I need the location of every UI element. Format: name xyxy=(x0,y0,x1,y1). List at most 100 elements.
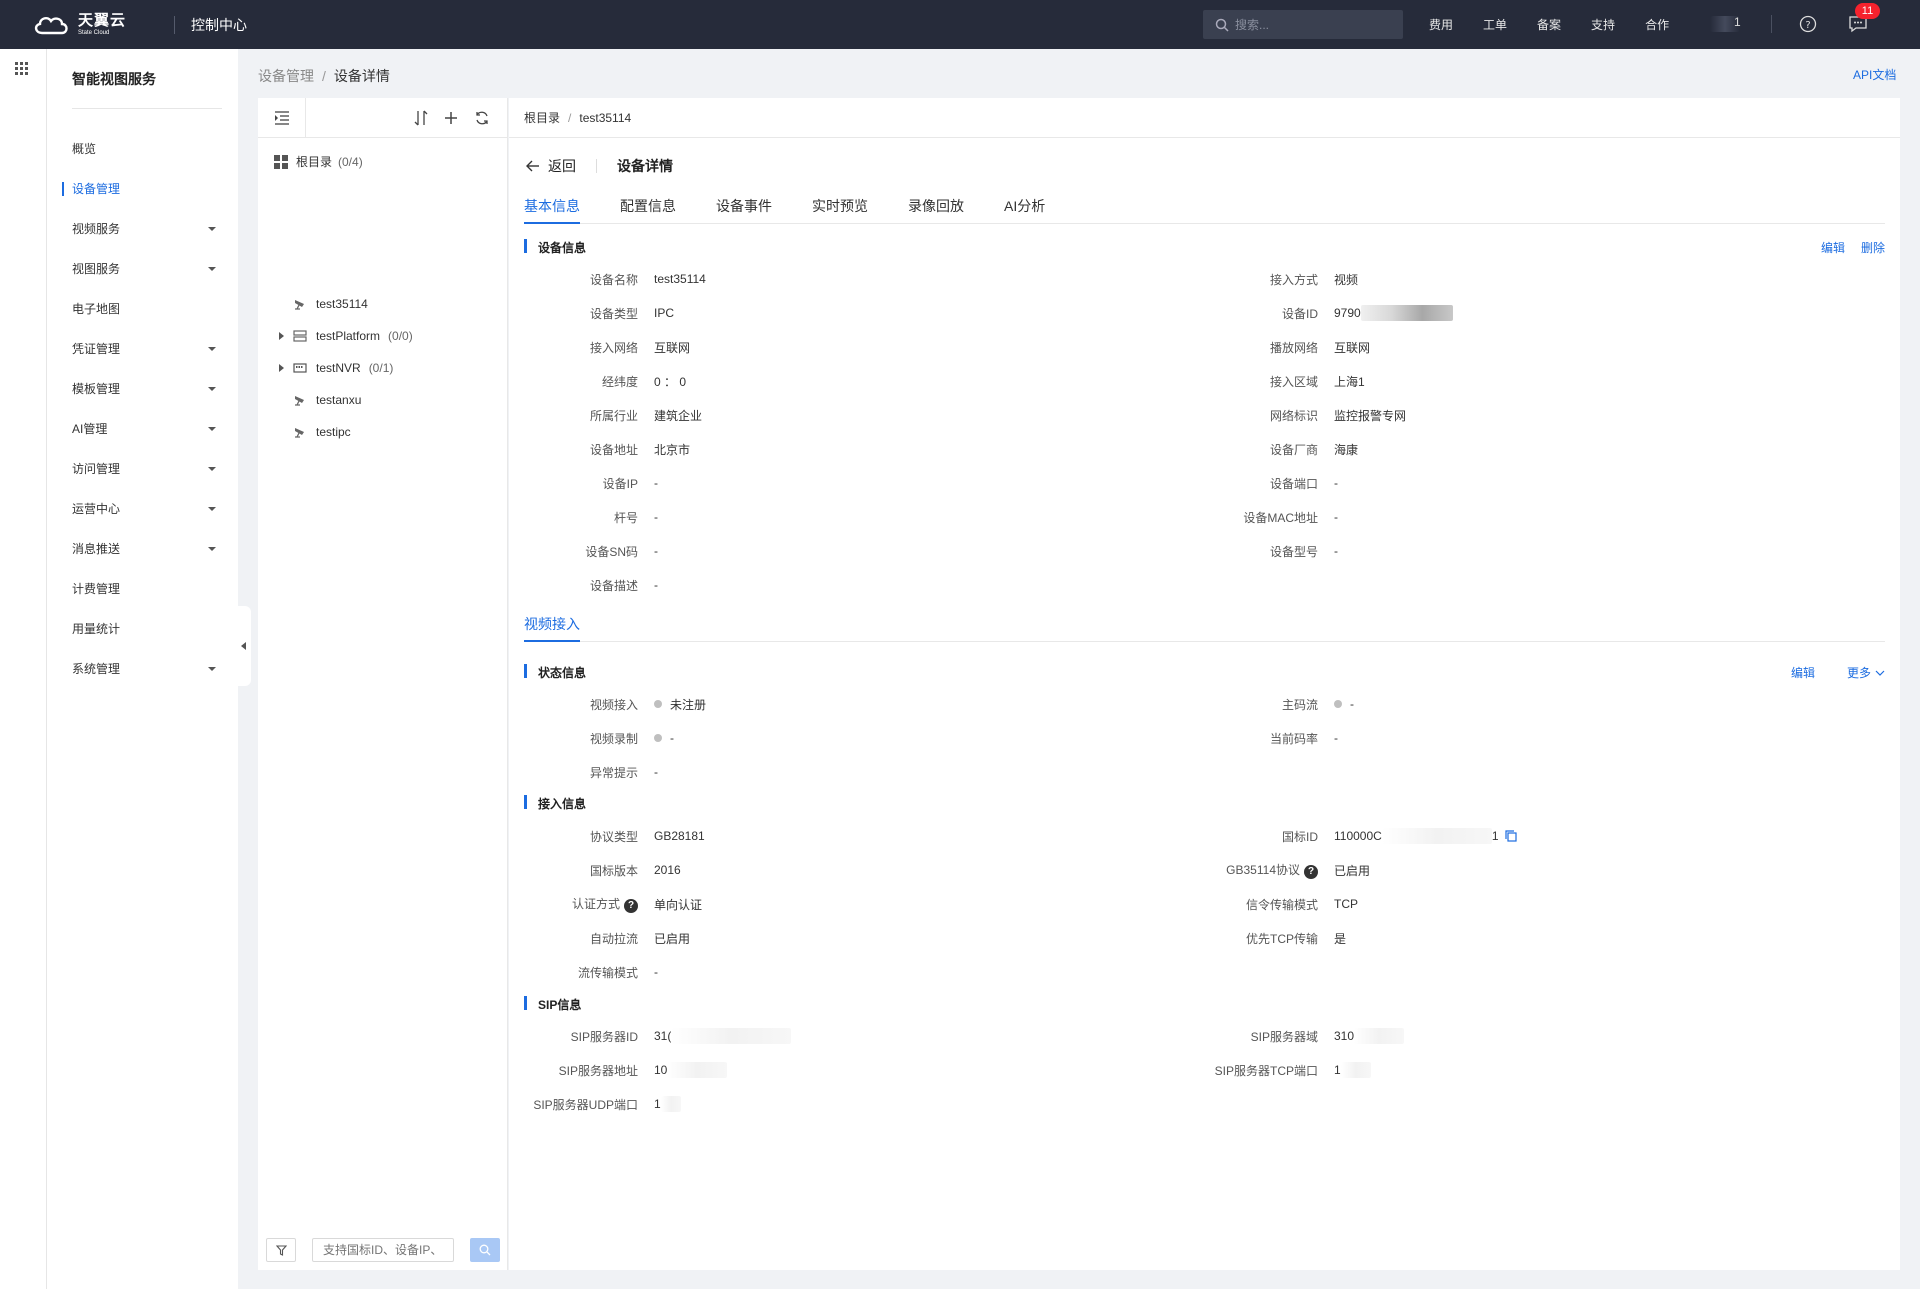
tree-root[interactable]: 根目录 (0/4) xyxy=(274,153,363,170)
sidebar-item[interactable]: 访问管理 xyxy=(47,449,238,489)
field-value-text: 互联网 xyxy=(654,340,691,355)
tab-3[interactable]: 实时预览 xyxy=(812,196,868,224)
add-icon[interactable] xyxy=(444,111,458,125)
tab-5[interactable]: AI分析 xyxy=(1004,196,1045,224)
sidebar-title: 智能视图服务 xyxy=(72,71,156,87)
field-label: 设备IP xyxy=(509,475,654,492)
field-label: 设备地址 xyxy=(509,441,654,458)
product-rail xyxy=(0,49,47,1289)
sidebar-item[interactable]: 用量统计 xyxy=(47,609,238,649)
more-button[interactable]: 更多 xyxy=(1831,664,1885,681)
sidebar-item[interactable]: 凭证管理 xyxy=(47,329,238,369)
sidebar-collapse-handle[interactable] xyxy=(238,606,251,686)
sidebar-item[interactable]: 运营中心 xyxy=(47,489,238,529)
sidebar-item[interactable]: 计费管理 xyxy=(47,569,238,609)
field-row: SIP服务器TCP端口 1 xyxy=(1189,1061,1371,1079)
expand-arrow-icon[interactable] xyxy=(279,364,284,372)
delete-device-button[interactable]: 删除 xyxy=(1861,239,1885,256)
tree-node[interactable]: test35114 xyxy=(258,294,508,314)
breadcrumb-parent[interactable]: 设备管理 xyxy=(258,68,314,84)
back-arrow-icon[interactable] xyxy=(526,160,540,172)
sidebar-item[interactable]: 视频服务 xyxy=(47,209,238,249)
field-label: 经纬度 xyxy=(509,373,654,390)
field-row: 设备名称 test35114 xyxy=(509,270,706,288)
sidebar-item[interactable]: 系统管理 xyxy=(47,649,238,689)
caret-down-icon xyxy=(208,267,216,271)
sort-icon[interactable] xyxy=(414,110,428,126)
field-row: 设备MAC地址 - xyxy=(1189,508,1338,526)
caret-down-icon xyxy=(208,467,216,471)
tree-node[interactable]: testanxu xyxy=(258,390,508,410)
sidebar-item-label: 视图服务 xyxy=(72,262,121,276)
apps-grid-icon[interactable] xyxy=(15,62,29,76)
tab-1[interactable]: 配置信息 xyxy=(620,196,676,224)
field-label: 接入网络 xyxy=(509,339,654,356)
field-row: SIP服务器地址 10 xyxy=(509,1061,728,1079)
field-value-text: GB28181 xyxy=(654,829,705,843)
camera-icon xyxy=(295,300,304,310)
nav-filing[interactable]: 备案 xyxy=(1537,16,1561,33)
tree-node[interactable]: testPlatform (0/0) xyxy=(258,326,508,346)
nav-partner[interactable]: 合作 xyxy=(1645,16,1669,33)
field-value: - xyxy=(654,510,658,524)
nav-billing[interactable]: 费用 xyxy=(1429,16,1453,33)
field-label: 设备ID xyxy=(1189,305,1334,322)
console-title[interactable]: 控制中心 xyxy=(191,15,247,35)
field-label-text: SIP服务器TCP端口 xyxy=(1214,1063,1318,1078)
sidebar-item[interactable]: 设备管理 xyxy=(47,169,238,209)
sidebar-item-label: 概览 xyxy=(72,142,97,156)
sidebar-item[interactable]: 模板管理 xyxy=(47,369,238,409)
field-row: 接入网络 互联网 xyxy=(509,338,690,356)
chevron-down-icon xyxy=(1875,670,1885,676)
field-value-tail: 1 xyxy=(1491,829,1499,843)
tree-node[interactable]: testipc xyxy=(258,422,508,442)
access-subtabs: 视频接入 xyxy=(524,614,1885,642)
edit-device-button[interactable]: 编辑 xyxy=(1821,239,1845,256)
api-doc-link[interactable]: API文档 xyxy=(1853,66,1896,83)
tab-4[interactable]: 录像回放 xyxy=(908,196,964,224)
nav-support[interactable]: 支持 xyxy=(1591,16,1615,33)
brand-logo[interactable]: 天翼云 State Cloud xyxy=(32,13,142,37)
header-divider xyxy=(596,159,597,173)
help-icon[interactable]: ? xyxy=(624,899,638,913)
svg-text:?: ? xyxy=(1805,20,1810,31)
tree-node[interactable]: testNVR (0/1) xyxy=(258,358,508,378)
field-row: 接入方式 视频 xyxy=(1189,270,1358,288)
sidebar-item[interactable]: AI管理 xyxy=(47,409,238,449)
subtab-video-access[interactable]: 视频接入 xyxy=(524,614,580,642)
sidebar-item[interactable]: 电子地图 xyxy=(47,289,238,329)
tree-search-input[interactable] xyxy=(312,1238,454,1262)
expand-arrow-icon[interactable] xyxy=(279,332,284,340)
field-value-text: 北京市 xyxy=(654,442,691,457)
field-value-text: IPC xyxy=(654,306,675,320)
sidebar-item[interactable]: 消息推送 xyxy=(47,529,238,569)
tree-filter-button[interactable] xyxy=(266,1238,296,1262)
detail-crumb-root[interactable]: 根目录 xyxy=(524,111,560,125)
cloud-logo-icon xyxy=(34,16,68,34)
help-icon[interactable]: ? xyxy=(1799,15,1817,33)
copy-icon[interactable] xyxy=(1504,830,1517,842)
tab-2[interactable]: 设备事件 xyxy=(716,196,772,224)
help-icon[interactable]: ? xyxy=(1304,865,1318,879)
redacted-value xyxy=(671,1028,792,1044)
tab-0[interactable]: 基本信息 xyxy=(524,196,580,224)
field-value-text: 31( xyxy=(654,1029,672,1043)
field-value-text: 310 xyxy=(1334,1029,1355,1043)
edit-access-button[interactable]: 编辑 xyxy=(1791,664,1815,681)
field-label-text: 设备厂商 xyxy=(1269,442,1318,457)
tree-search-button[interactable] xyxy=(470,1238,500,1262)
field-row: 设备IP - xyxy=(509,474,658,492)
field-label: SIP服务器UDP端口 xyxy=(509,1096,654,1113)
global-search-input[interactable]: 搜索... xyxy=(1203,10,1403,39)
field-row: 设备类型 IPC xyxy=(509,304,674,322)
sidebar-item[interactable]: 视图服务 xyxy=(47,249,238,289)
tree-collapse-button[interactable] xyxy=(258,98,306,138)
refresh-icon[interactable] xyxy=(474,110,490,126)
nav-tickets[interactable]: 工单 xyxy=(1483,16,1507,33)
field-value: - xyxy=(654,476,658,490)
tree-node-label: testNVR xyxy=(316,361,361,375)
sidebar-item[interactable]: 概览 xyxy=(47,129,238,169)
field-row: 经纬度 0 ： 0 xyxy=(509,372,686,390)
brand-name: 天翼云 xyxy=(78,12,127,29)
back-button[interactable]: 返回 xyxy=(548,156,576,176)
